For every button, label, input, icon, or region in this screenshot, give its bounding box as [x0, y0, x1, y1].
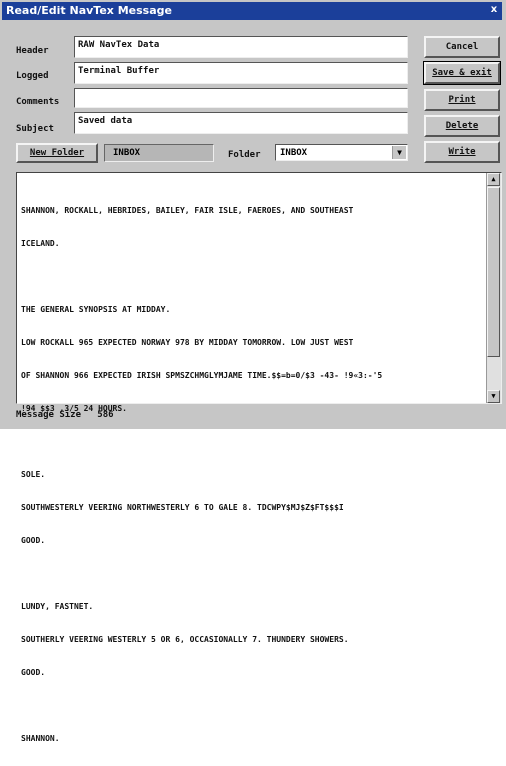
cancel-button[interactable]: Cancel [424, 36, 500, 58]
print-button-label: Print [448, 95, 476, 105]
window-title: Read/Edit NavTex Message [6, 4, 172, 17]
folder-select-value: INBOX [280, 148, 308, 158]
save-exit-button-label: Save & exit [432, 68, 492, 78]
new-folder-button-label: New Folder [29, 148, 85, 158]
title-bar: Read/Edit NavTex Message x [2, 2, 502, 20]
message-line: LOW ROCKALL 965 EXPECTED NORWAY 978 BY M… [21, 338, 354, 347]
message-size-value: 586 [97, 410, 114, 420]
message-line: ​ [21, 436, 485, 447]
close-icon[interactable]: x [488, 4, 500, 16]
new-folder-button[interactable]: New Folder [16, 143, 98, 163]
message-line: SHANNON. [21, 734, 60, 743]
message-line: GOOD. [21, 668, 46, 677]
folder-select[interactable]: INBOX ▼ [275, 144, 408, 161]
scroll-thumb[interactable] [487, 187, 500, 357]
message-line: SHANNON, ROCKALL, HEBRIDES, BAILEY, FAIR… [21, 206, 354, 215]
scroll-down-icon[interactable]: ▼ [487, 390, 500, 403]
message-line: ​ [21, 271, 485, 282]
current-folder-display: INBOX [104, 144, 214, 162]
message-line: THE GENERAL SYNOPSIS AT MIDDAY. [21, 305, 171, 314]
folder-label: Folder [228, 150, 261, 160]
write-button[interactable]: Write [424, 141, 500, 163]
message-line: ​ [21, 568, 485, 579]
delete-button-label: Delete [445, 121, 479, 131]
vertical-scrollbar[interactable]: ▲ ▼ [486, 173, 501, 403]
scroll-up-icon[interactable]: ▲ [487, 173, 500, 186]
logged-field[interactable]: Terminal Buffer [74, 62, 408, 84]
cancel-button-label: Cancel [445, 42, 479, 52]
chevron-down-icon[interactable]: ▼ [392, 146, 406, 159]
message-line: SOUTHWESTERLY VEERING NORTHWESTERLY 6 TO… [21, 503, 344, 512]
message-line: SOUTHERLY VEERING WESTERLY 5 OR 6, OCCAS… [21, 635, 349, 644]
save-exit-button[interactable]: Save & exit [423, 61, 501, 85]
subject-label: Subject [16, 124, 54, 134]
message-size-label: Message Size [16, 410, 82, 420]
comments-field[interactable] [74, 88, 408, 108]
header-field[interactable]: RAW NavTex Data [74, 36, 408, 58]
navtex-dialog: Read/Edit NavTex Message x Header Logged… [0, 0, 506, 743]
message-line: LUNDY, FASTNET. [21, 602, 94, 611]
comments-label: Comments [16, 97, 60, 107]
message-line: ICELAND. [21, 239, 60, 248]
logged-label: Logged [16, 71, 49, 81]
message-size-status: Message Size 586 [16, 410, 114, 420]
header-label: Header [16, 46, 49, 56]
message-line: GOOD. [21, 536, 46, 545]
write-button-label: Write [448, 147, 476, 157]
message-body[interactable]: SHANNON, ROCKALL, HEBRIDES, BAILEY, FAIR… [16, 172, 502, 743]
subject-field[interactable]: Saved data [74, 112, 408, 134]
delete-button[interactable]: Delete [424, 115, 500, 137]
message-text: SHANNON, ROCKALL, HEBRIDES, BAILEY, FAIR… [21, 183, 485, 766]
message-line: ​ [21, 700, 485, 711]
message-line: SOLE. [21, 470, 46, 479]
message-line: OF SHANNON 966 EXPECTED IRISH SPMSZCHMGL… [21, 371, 383, 380]
print-button[interactable]: Print [424, 89, 500, 111]
